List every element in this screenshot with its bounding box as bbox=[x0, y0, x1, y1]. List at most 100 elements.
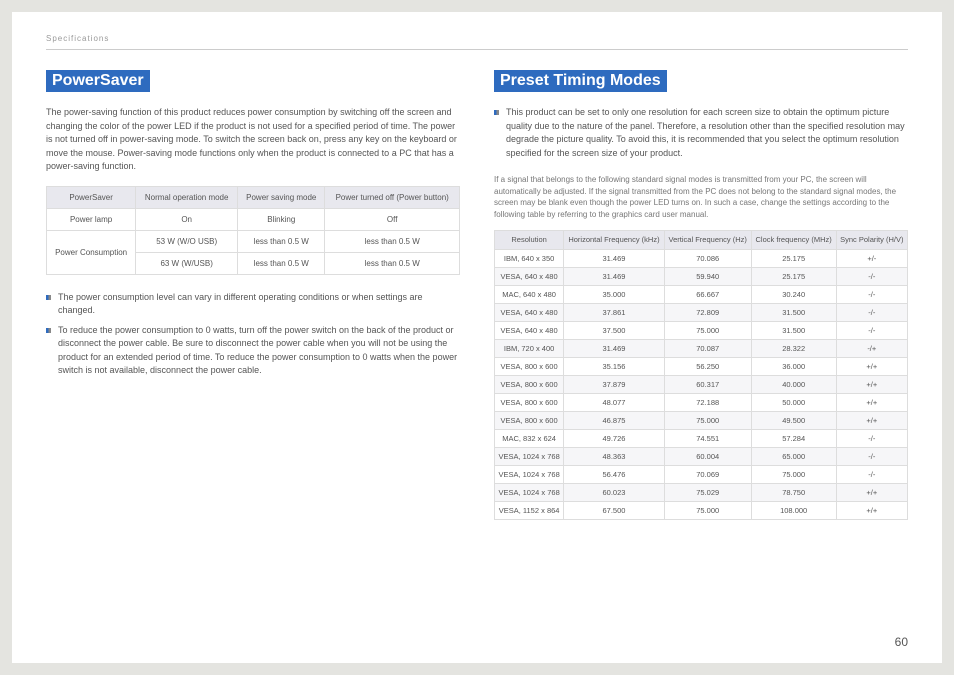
tm-cell: -/- bbox=[836, 322, 907, 340]
ps-th-1: Normal operation mode bbox=[136, 186, 238, 208]
timing-small-para: If a signal that belongs to the followin… bbox=[494, 174, 908, 220]
tm-cell: 60.317 bbox=[664, 376, 751, 394]
tm-cell: 48.077 bbox=[564, 394, 665, 412]
ps-cell: 63 W (W/USB) bbox=[136, 252, 238, 274]
tm-cell: 31.469 bbox=[564, 268, 665, 286]
ps-cell: On bbox=[136, 208, 238, 230]
tm-cell: VESA, 1024 x 768 bbox=[495, 466, 564, 484]
tm-cell: -/- bbox=[836, 304, 907, 322]
tm-cell: 28.322 bbox=[751, 340, 836, 358]
ps-cell: Off bbox=[325, 208, 460, 230]
tm-cell: -/- bbox=[836, 430, 907, 448]
table-row: VESA, 640 x 48031.46959.94025.175-/- bbox=[495, 268, 908, 286]
timing-heading: Preset Timing Modes bbox=[494, 70, 667, 92]
tm-cell: 70.087 bbox=[664, 340, 751, 358]
tm-cell: 78.750 bbox=[751, 484, 836, 502]
timing-column: Preset Timing Modes This product can be … bbox=[494, 70, 908, 536]
tm-cell: -/- bbox=[836, 268, 907, 286]
tm-cell: 70.069 bbox=[664, 466, 751, 484]
tm-cell: +/+ bbox=[836, 394, 907, 412]
tm-cell: -/- bbox=[836, 448, 907, 466]
tm-cell: 60.023 bbox=[564, 484, 665, 502]
tm-cell: 56.476 bbox=[564, 466, 665, 484]
tm-cell: 31.500 bbox=[751, 322, 836, 340]
tm-th-4: Sync Polarity (H/V) bbox=[836, 231, 907, 250]
tm-cell: 70.086 bbox=[664, 250, 751, 268]
tm-cell: 67.500 bbox=[564, 502, 665, 520]
tm-cell: 75.000 bbox=[751, 466, 836, 484]
table-row: VESA, 800 x 60037.87960.31740.000+/+ bbox=[495, 376, 908, 394]
powersaver-heading: PowerSaver bbox=[46, 70, 150, 92]
tm-cell: +/+ bbox=[836, 376, 907, 394]
powersaver-note: To reduce the power consumption to 0 wat… bbox=[46, 324, 460, 378]
tm-cell: +/+ bbox=[836, 484, 907, 502]
tm-cell: 66.667 bbox=[664, 286, 751, 304]
tm-cell: 57.284 bbox=[751, 430, 836, 448]
table-row: VESA, 800 x 60035.15656.25036.000+/+ bbox=[495, 358, 908, 376]
breadcrumb: Specifications bbox=[46, 34, 908, 43]
two-column-layout: PowerSaver The power-saving function of … bbox=[46, 70, 908, 536]
tm-cell: 37.879 bbox=[564, 376, 665, 394]
tm-cell: VESA, 800 x 600 bbox=[495, 412, 564, 430]
tm-cell: 35.156 bbox=[564, 358, 665, 376]
manual-page: Specifications PowerSaver The power-savi… bbox=[12, 12, 942, 663]
powersaver-notes: The power consumption level can vary in … bbox=[46, 291, 460, 378]
tm-cell: -/+ bbox=[836, 340, 907, 358]
ps-th-2: Power saving mode bbox=[238, 186, 325, 208]
tm-cell: 56.250 bbox=[664, 358, 751, 376]
tm-cell: 65.000 bbox=[751, 448, 836, 466]
timing-intro-text: This product can be set to only one reso… bbox=[494, 106, 908, 160]
powersaver-note: The power consumption level can vary in … bbox=[46, 291, 460, 318]
tm-cell: 49.726 bbox=[564, 430, 665, 448]
ps-cell: less than 0.5 W bbox=[325, 252, 460, 274]
tm-cell: +/+ bbox=[836, 358, 907, 376]
tm-cell: 75.000 bbox=[664, 322, 751, 340]
ps-cell: Power lamp bbox=[47, 208, 136, 230]
tm-cell: +/+ bbox=[836, 502, 907, 520]
tm-cell: 49.500 bbox=[751, 412, 836, 430]
tm-cell: VESA, 1152 x 864 bbox=[495, 502, 564, 520]
tm-cell: 35.000 bbox=[564, 286, 665, 304]
table-row: VESA, 1024 x 76856.47670.06975.000-/- bbox=[495, 466, 908, 484]
tm-cell: 60.004 bbox=[664, 448, 751, 466]
ps-cell: Power Consumption bbox=[47, 230, 136, 274]
tm-th-1: Horizontal Frequency (kHz) bbox=[564, 231, 665, 250]
ps-cell: less than 0.5 W bbox=[238, 252, 325, 274]
tm-th-2: Vertical Frequency (Hz) bbox=[664, 231, 751, 250]
tm-cell: 25.175 bbox=[751, 250, 836, 268]
table-row: VESA, 1152 x 86467.50075.000108.000+/+ bbox=[495, 502, 908, 520]
ps-th-3: Power turned off (Power button) bbox=[325, 186, 460, 208]
table-row: VESA, 640 x 48037.50075.00031.500-/- bbox=[495, 322, 908, 340]
tm-th-3: Clock frequency (MHz) bbox=[751, 231, 836, 250]
tm-cell: VESA, 800 x 600 bbox=[495, 358, 564, 376]
tm-cell: -/- bbox=[836, 466, 907, 484]
tm-cell: 46.875 bbox=[564, 412, 665, 430]
tm-cell: IBM, 640 x 350 bbox=[495, 250, 564, 268]
tm-cell: 30.240 bbox=[751, 286, 836, 304]
table-row: VESA, 1024 x 76860.02375.02978.750+/+ bbox=[495, 484, 908, 502]
table-row: MAC, 640 x 48035.00066.66730.240-/- bbox=[495, 286, 908, 304]
tm-cell: VESA, 640 x 480 bbox=[495, 304, 564, 322]
ps-cell: less than 0.5 W bbox=[238, 230, 325, 252]
table-row: VESA, 640 x 48037.86172.80931.500-/- bbox=[495, 304, 908, 322]
ps-cell: less than 0.5 W bbox=[325, 230, 460, 252]
tm-cell: 25.175 bbox=[751, 268, 836, 286]
timing-table: Resolution Horizontal Frequency (kHz) Ve… bbox=[494, 230, 908, 520]
tm-cell: VESA, 800 x 600 bbox=[495, 376, 564, 394]
table-row: IBM, 640 x 35031.46970.08625.175+/- bbox=[495, 250, 908, 268]
tm-cell: 37.861 bbox=[564, 304, 665, 322]
tm-cell: 72.809 bbox=[664, 304, 751, 322]
tm-cell: +/+ bbox=[836, 412, 907, 430]
tm-cell: 48.363 bbox=[564, 448, 665, 466]
tm-cell: 31.469 bbox=[564, 250, 665, 268]
table-row: MAC, 832 x 62449.72674.55157.284-/- bbox=[495, 430, 908, 448]
table-row: VESA, 800 x 60048.07772.18850.000+/+ bbox=[495, 394, 908, 412]
tm-cell: 37.500 bbox=[564, 322, 665, 340]
tm-cell: VESA, 1024 x 768 bbox=[495, 448, 564, 466]
table-row: VESA, 800 x 60046.87575.00049.500+/+ bbox=[495, 412, 908, 430]
tm-cell: 31.500 bbox=[751, 304, 836, 322]
tm-cell: VESA, 640 x 480 bbox=[495, 322, 564, 340]
tm-cell: 75.000 bbox=[664, 502, 751, 520]
tm-cell: 50.000 bbox=[751, 394, 836, 412]
tm-cell: 59.940 bbox=[664, 268, 751, 286]
